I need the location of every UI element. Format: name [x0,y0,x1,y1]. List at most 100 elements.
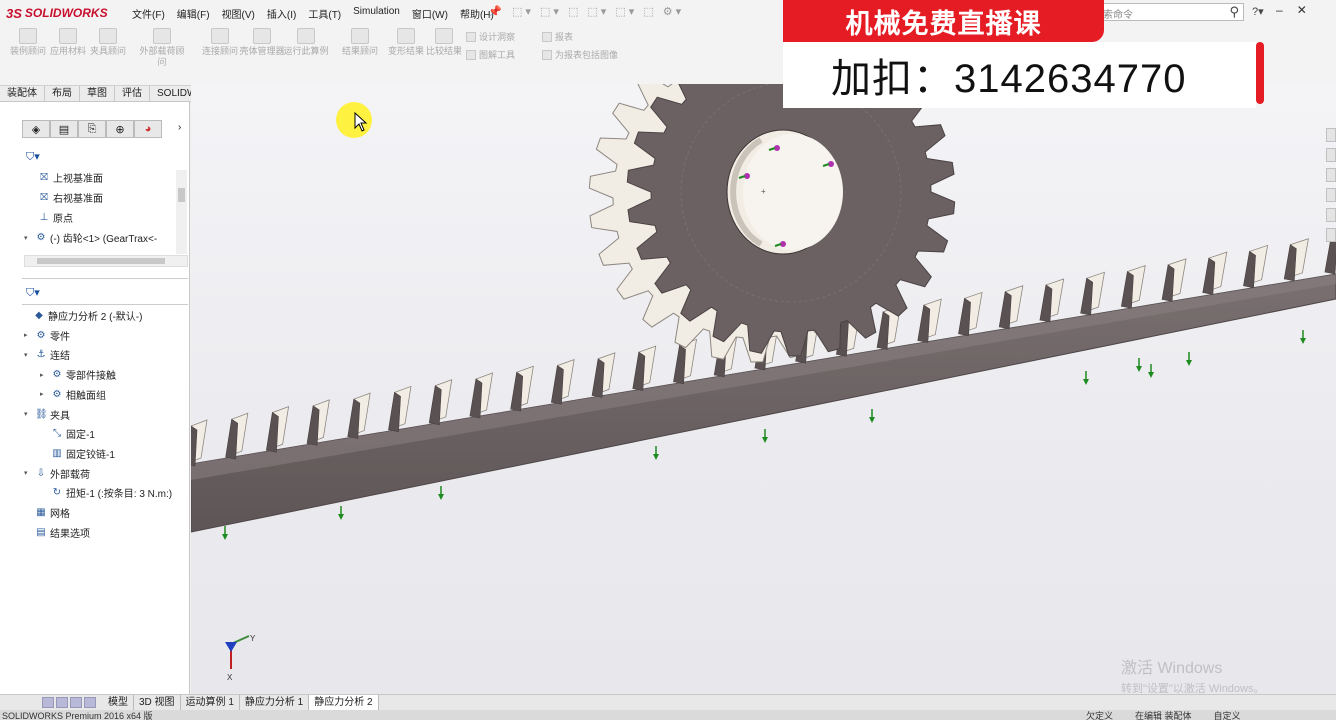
expand-icon[interactable]: ▾ [24,351,32,359]
ribbon-small-button-0[interactable]: 设计洞察 [466,30,515,43]
expand-icon[interactable]: ▸ [40,371,48,379]
tab-scroll-arrows[interactable] [42,697,96,708]
ribbon-button-6[interactable]: 运行此算例 [282,28,330,57]
study-tree-item[interactable]: ▸ ⚙ 相触面组 [40,387,106,402]
study-tree-item[interactable]: ▾ ⛓ 夹具 [24,407,70,422]
panel-divider[interactable] [22,278,188,279]
bottom-tab-3[interactable]: 静应力分析 1 [240,695,310,710]
bottom-tab-4[interactable]: 静应力分析 2 [309,695,379,710]
filter-icon[interactable]: ⛉▾ [26,150,40,164]
first-tab-arrow-icon[interactable] [42,697,54,708]
study-tree-item[interactable]: ▸ ⚙ 零部件接触 [40,367,116,382]
panel-tabs: ◈ ▤ ⎘ ⊕ ◕ [22,120,162,138]
menu-item-4[interactable]: 工具(T) [302,6,347,21]
pin-icon[interactable]: 📌 [488,5,502,18]
menu-item-6[interactable]: 窗口(W) [406,6,454,21]
scrollbar-thumb[interactable] [178,188,185,202]
gear-rack-model[interactable]: + Y X [191,84,1336,694]
bottom-tab-1[interactable]: 3D 视图 [134,695,181,710]
study-node-icon: ◆ [35,310,43,321]
fixture-arrow-icon [869,409,875,423]
ribbon-small-button-3[interactable]: 为报表包括图像 [542,48,618,61]
minimize-button[interactable]: – [1276,3,1283,17]
task-pane-home-icon[interactable] [1326,128,1336,142]
ribbon-small-button-2[interactable]: 报表 [542,30,573,43]
dim-xpert-icon[interactable]: ⊕ [106,120,134,138]
study-tree-item[interactable]: ▤ 结果选项 [24,525,90,540]
ribbon-button-label: 外部载荷顾问 [139,46,185,67]
display-manager-icon[interactable]: ◕ [134,120,162,138]
study-tree-item[interactable]: ⤡ 固定-1 [40,426,95,441]
status-item-2: 自定义 [1213,711,1241,720]
next-tab-arrow-icon[interactable] [70,697,82,708]
last-tab-arrow-icon[interactable] [84,697,96,708]
menu-item-0[interactable]: 文件(F) [126,6,171,21]
quick-access-toolbar[interactable]: ⬚▾ ⬚▾ ⬚ ⬚▾ ⬚▾ ⬚ ⚙▾ [512,5,684,18]
ribbon-button-4[interactable]: 连接顾问 [196,28,244,57]
task-pane-explorer-icon[interactable] [1326,168,1336,182]
filter-icon[interactable]: ⛉▾ [26,286,40,300]
bottom-tab-2[interactable]: 运动算例 1 [181,695,240,710]
ribbon-button-label: 壳体管理器 [239,46,285,56]
triad-x-label: X [227,673,233,682]
document-tabs: 模型 3D 视图 运动算例 1 静应力分析 1 静应力分析 2 [103,695,379,710]
expand-icon[interactable]: ▾ [24,469,32,477]
menu-item-2[interactable]: 视图(V) [216,6,261,21]
graphics-area[interactable]: + Y X [191,84,1336,694]
study-tree-item[interactable]: ◆ 静应力分析 2 (-默认-) [22,308,142,323]
bottom-tab-0[interactable]: 模型 [103,695,134,710]
close-button[interactable]: ✕ [1297,3,1307,17]
help-icon[interactable]: ?▾ [1252,5,1264,18]
fixture-arrow-icon [1300,330,1306,344]
feature-tree-item[interactable]: ⊥ 原点 [38,210,73,225]
expand-icon[interactable]: ▸ [40,390,48,398]
feature-tree-item[interactable]: ▾ ⚙ (-) 齿轮<1> (GearTrax<- [24,230,157,245]
search-commands[interactable]: 搜索命令 ⚲ [1086,3,1244,21]
menu-item-5[interactable]: Simulation [347,6,406,21]
chevron-right-icon[interactable]: › [178,122,181,133]
study-tree-item[interactable]: ▾ ⚓ 连结 [24,347,70,362]
feature-tree-icon[interactable]: ◈ [22,120,50,138]
ribbon-button-5[interactable]: 壳体管理器 [238,28,286,57]
task-pane-custom-icon[interactable] [1326,228,1336,242]
ribbon-button-3[interactable]: 外部载荷顾问 [138,28,186,68]
tab-3[interactable]: 评估 [115,86,150,101]
ribbon-button-7[interactable]: 结果顾问 [336,28,384,57]
feature-tree-item[interactable]: ⛝ 上视基准面 [38,170,103,185]
tab-2[interactable]: 草图 [80,86,115,101]
study-tree-item[interactable]: ↻ 扭矩-1 (:按条目: 3 N.m:) [40,485,172,500]
solidworks-logo[interactable]: 3S SOLIDWORKS [6,4,108,22]
vertical-scrollbar[interactable] [176,170,187,254]
ribbon-small-button-1[interactable]: 图解工具 [466,48,515,61]
gear[interactable]: + [588,84,956,363]
search-icon[interactable]: ⚲ [1229,4,1239,20]
ribbon-button-2[interactable]: 夹具顾问 [84,28,132,57]
menu-item-1[interactable]: 编辑(F) [171,6,216,21]
task-pane-palette-icon[interactable] [1326,188,1336,202]
task-pane-appearance-icon[interactable] [1326,208,1336,222]
view-triad[interactable]: Y X [225,634,256,682]
study-node-icon: ⛓ [35,408,48,420]
scrollbar-thumb[interactable] [37,258,165,264]
ribbon-button-label: 结果顾问 [341,46,378,56]
expand-icon[interactable]: ▾ [24,410,32,418]
ribbon-button-9[interactable]: 比较结果 [420,28,468,57]
tab-1[interactable]: 布局 [45,86,80,101]
study-tree-item[interactable]: ▸ ⚙ 零件 [24,328,70,343]
bottom-tab-bar: 模型 3D 视图 运动算例 1 静应力分析 1 静应力分析 2 [0,694,1336,710]
study-tree-item[interactable]: ▥ 固定铰链-1 [40,446,115,461]
feature-tree-item[interactable]: ⛝ 右视基准面 [38,190,103,205]
feature-tree-label: (-) 齿轮<1> (GearTrax<- [50,234,158,245]
study-tree-item[interactable]: ▦ 网格 [24,505,70,520]
property-manager-icon[interactable]: ▤ [50,120,78,138]
expand-icon[interactable]: ▸ [24,331,32,339]
plane-icon: ⛝ [40,172,48,183]
prev-tab-arrow-icon[interactable] [56,697,68,708]
horizontal-scrollbar[interactable] [24,255,188,267]
menu-item-3[interactable]: 插入(I) [261,6,302,21]
study-tree-item[interactable]: ▾ ⇩ 外部载荷 [24,466,90,481]
config-manager-icon[interactable]: ⎘ [78,120,106,138]
expand-icon[interactable]: ▾ [24,234,32,242]
tab-0[interactable]: 装配体 [0,86,45,101]
task-pane-library-icon[interactable] [1326,148,1336,162]
